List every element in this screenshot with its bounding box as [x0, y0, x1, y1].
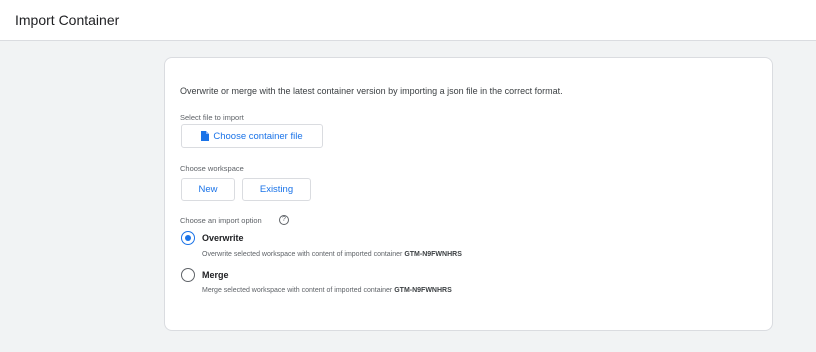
merge-desc-text: Merge selected workspace with content of… — [202, 287, 395, 294]
overwrite-desc-text: Overwrite selected workspace with conten… — [202, 251, 405, 258]
file-icon — [201, 131, 210, 141]
file-label: Select file to import — [180, 113, 244, 122]
workspace-label: Choose workspace — [180, 164, 244, 173]
overwrite-title: Overwrite — [202, 233, 244, 243]
overwrite-description: Overwrite selected workspace with conten… — [202, 251, 462, 258]
import-option-label: Choose an import option — [180, 216, 262, 225]
overwrite-radio[interactable] — [181, 231, 195, 245]
merge-radio[interactable] — [181, 268, 195, 282]
overwrite-container-id: GTM-N9FWNHRS — [404, 251, 462, 258]
import-card: Overwrite or merge with the latest conta… — [164, 57, 773, 331]
merge-title: Merge — [202, 270, 229, 280]
existing-workspace-button[interactable]: Existing — [242, 178, 311, 201]
choose-container-file-button[interactable]: Choose container file — [181, 124, 323, 148]
merge-description: Merge selected workspace with content of… — [202, 287, 452, 294]
choose-container-file-label: Choose container file — [213, 130, 303, 142]
help-icon[interactable]: ? — [279, 215, 289, 225]
page-title: Import Container — [15, 12, 120, 28]
import-description: Overwrite or merge with the latest conta… — [180, 86, 563, 96]
new-workspace-button[interactable]: New — [181, 178, 235, 201]
top-bar: Import Container — [0, 0, 816, 41]
merge-container-id: GTM-N9FWNHRS — [394, 287, 452, 294]
